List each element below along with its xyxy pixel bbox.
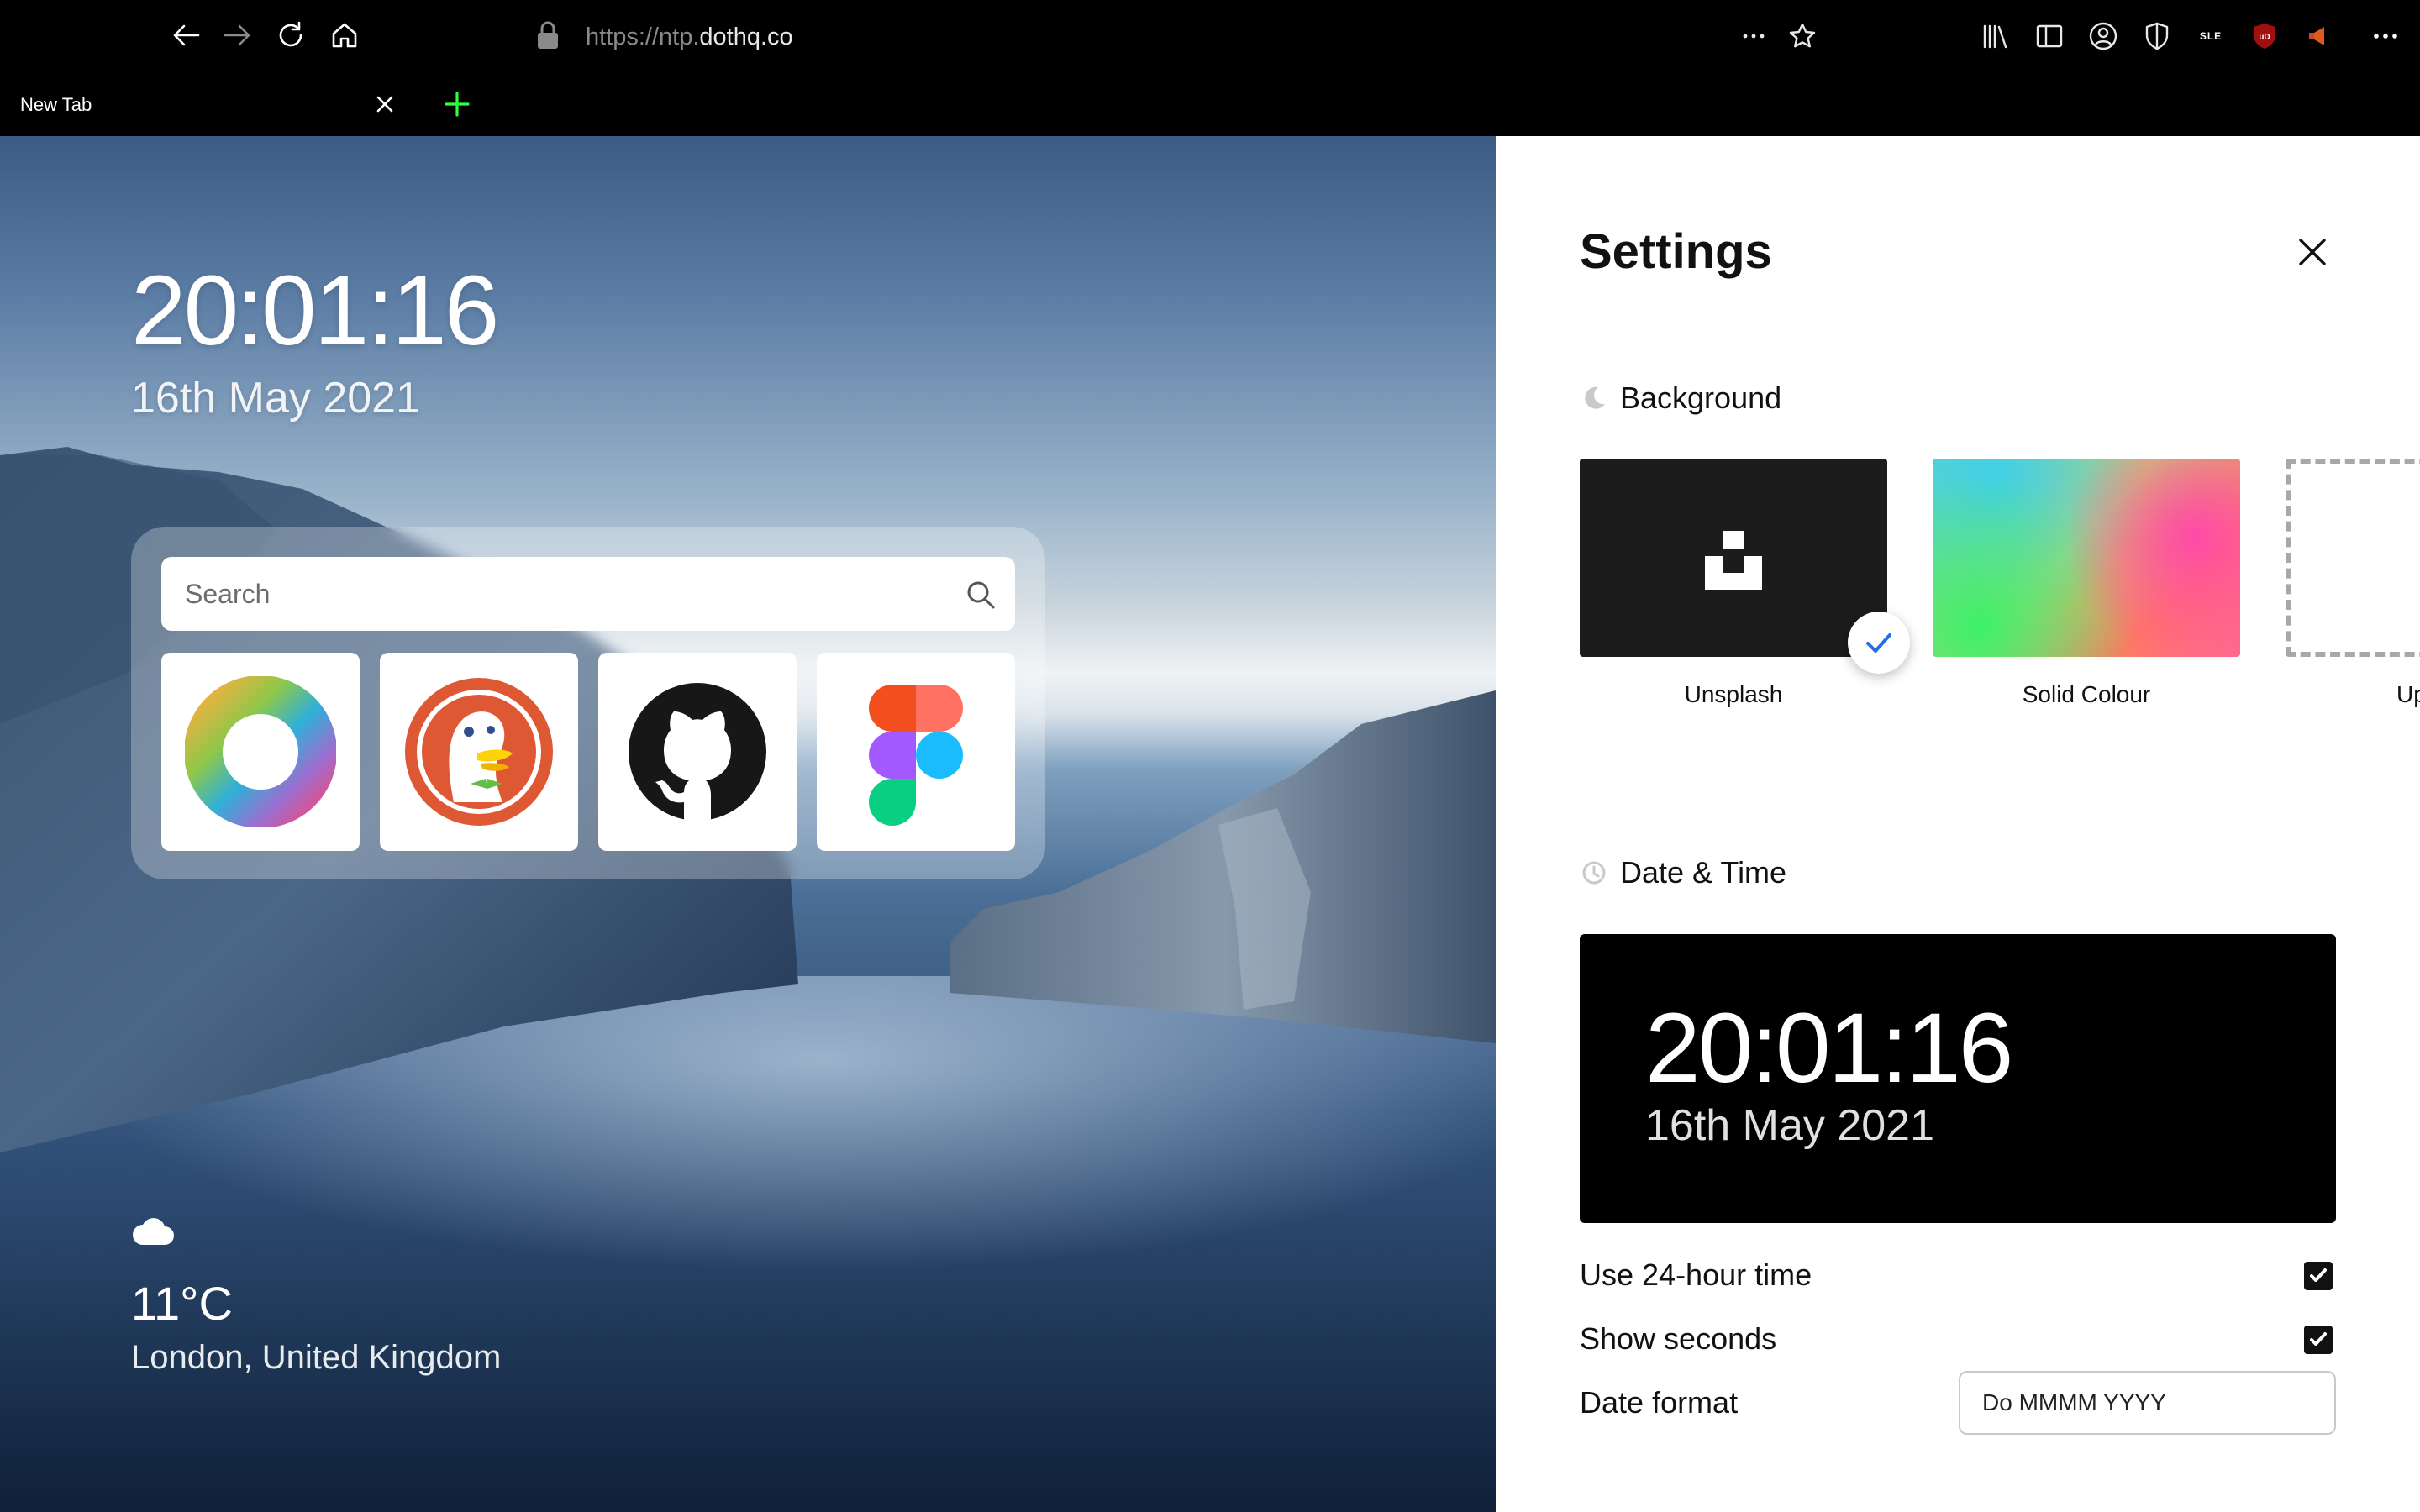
new-tab-page: 20:01:16 16th May 2021 Search 11°C Londo… xyxy=(0,136,1496,1512)
figma-icon xyxy=(869,685,963,826)
tab-new-tab[interactable]: New Tab xyxy=(0,74,412,136)
colour-ring-icon xyxy=(185,676,336,827)
tab-title: New Tab xyxy=(20,94,92,115)
shortcut-figma[interactable] xyxy=(817,653,1015,851)
reload-button[interactable] xyxy=(271,15,311,55)
megaphone-icon xyxy=(2309,27,2324,45)
date-format-label: Date format xyxy=(1580,1385,1739,1420)
forward-button[interactable] xyxy=(217,15,257,55)
weather-temperature: 11°C xyxy=(131,1277,233,1330)
account-icon xyxy=(2089,22,2118,50)
moon-icon xyxy=(1580,383,1608,412)
settings-close-button[interactable] xyxy=(2291,230,2334,274)
menu-button[interactable] xyxy=(2366,17,2405,55)
svg-text:uD: uD xyxy=(2259,33,2270,42)
library-button[interactable] xyxy=(1976,17,2015,55)
background-option-label: Unsplash xyxy=(1684,681,1783,707)
close-icon xyxy=(2299,239,2326,265)
shortcut-duckduckgo[interactable] xyxy=(380,653,578,851)
settings-pane: Settings Background Unsplash Solid Colou… xyxy=(1496,136,2420,1512)
close-icon xyxy=(376,96,393,113)
cloud-icon xyxy=(131,1211,175,1248)
star-icon xyxy=(1789,23,1816,48)
show-seconds-checkbox[interactable] xyxy=(2304,1326,2333,1354)
weather-location: London, United Kingdom xyxy=(131,1339,502,1376)
search-icon[interactable] xyxy=(965,579,997,611)
clock-time: 20:01:16 xyxy=(131,255,499,366)
reload-icon xyxy=(279,21,302,47)
github-icon xyxy=(629,683,766,821)
library-icon xyxy=(1983,24,2007,49)
background-option-label: Solid Colour xyxy=(2022,681,2151,707)
page-actions-button[interactable] xyxy=(1734,17,1773,55)
background-option-solid-colour[interactable] xyxy=(1933,459,2240,657)
ellipsis-icon xyxy=(1743,34,1765,39)
home-icon xyxy=(332,23,357,48)
browser-toolbar: https://ntp.dothq.co SLE uD xyxy=(0,0,2420,74)
extension-sle-button[interactable]: SLE xyxy=(2191,17,2230,55)
sidebar-button[interactable] xyxy=(2030,17,2069,55)
check-icon xyxy=(2310,1332,2327,1346)
ellipsis-icon xyxy=(2374,34,2397,39)
browser-window: https://ntp.dothq.co SLE uD New Tab 20:0… xyxy=(0,0,2420,1512)
preview-date: 16th May 2021 xyxy=(1645,1101,1935,1150)
shortcut-colour-ring[interactable] xyxy=(161,653,360,851)
back-button[interactable] xyxy=(166,15,207,55)
search-box[interactable] xyxy=(161,557,1015,631)
background-option-unsplash[interactable] xyxy=(1580,459,1887,657)
home-button[interactable] xyxy=(324,15,365,55)
background-section-title: Background xyxy=(1620,381,1782,415)
use-24h-checkbox[interactable] xyxy=(2304,1262,2333,1290)
background-option-upload[interactable] xyxy=(2286,459,2420,657)
clock-date: 16th May 2021 xyxy=(131,374,421,423)
search-input[interactable] xyxy=(185,574,924,614)
new-tab-button[interactable] xyxy=(439,86,476,123)
bookmark-button[interactable] xyxy=(1783,17,1822,55)
arrow-right-icon xyxy=(224,24,250,46)
tab-strip: New Tab xyxy=(0,74,2420,136)
settings-title: Settings xyxy=(1580,224,1772,279)
lock-icon xyxy=(534,20,565,54)
check-icon xyxy=(1866,633,1891,653)
shortcut-github[interactable] xyxy=(598,653,797,851)
account-button[interactable] xyxy=(2084,17,2123,55)
ublock-button[interactable]: uD xyxy=(2245,17,2284,55)
background-option-label: Upload xyxy=(2396,681,2420,707)
sidebar-icon xyxy=(2036,24,2063,48)
ublock-icon: uD xyxy=(2254,24,2275,49)
tab-close-button[interactable] xyxy=(370,89,400,119)
url-domain: dothq.co xyxy=(699,24,793,50)
unsplash-logo-icon xyxy=(1705,531,1762,590)
extension-megaphone-button[interactable] xyxy=(2299,17,2338,55)
clock-icon xyxy=(1580,858,1608,887)
address-bar[interactable]: https://ntp.dothq.co xyxy=(586,20,793,54)
show-seconds-label: Show seconds xyxy=(1580,1321,1777,1356)
shield-icon xyxy=(2145,22,2169,50)
clock-preview: 20:01:16 16th May 2021 xyxy=(1580,934,2336,1223)
extension-sle-label: SLE xyxy=(2199,30,2223,42)
check-icon xyxy=(2310,1268,2327,1282)
selected-checkmark xyxy=(1848,612,1910,674)
use-24h-label: Use 24-hour time xyxy=(1580,1257,1812,1292)
duckduckgo-icon xyxy=(405,678,553,826)
preview-time: 20:01:16 xyxy=(1645,993,2013,1104)
datetime-section-title: Date & Time xyxy=(1620,855,1787,890)
search-panel xyxy=(131,527,1045,879)
plus-icon xyxy=(445,92,470,117)
url-prefix: https://ntp. xyxy=(586,24,700,50)
date-format-input[interactable] xyxy=(1959,1371,2336,1435)
arrow-left-icon xyxy=(173,24,200,46)
shield-button[interactable] xyxy=(2138,17,2176,55)
